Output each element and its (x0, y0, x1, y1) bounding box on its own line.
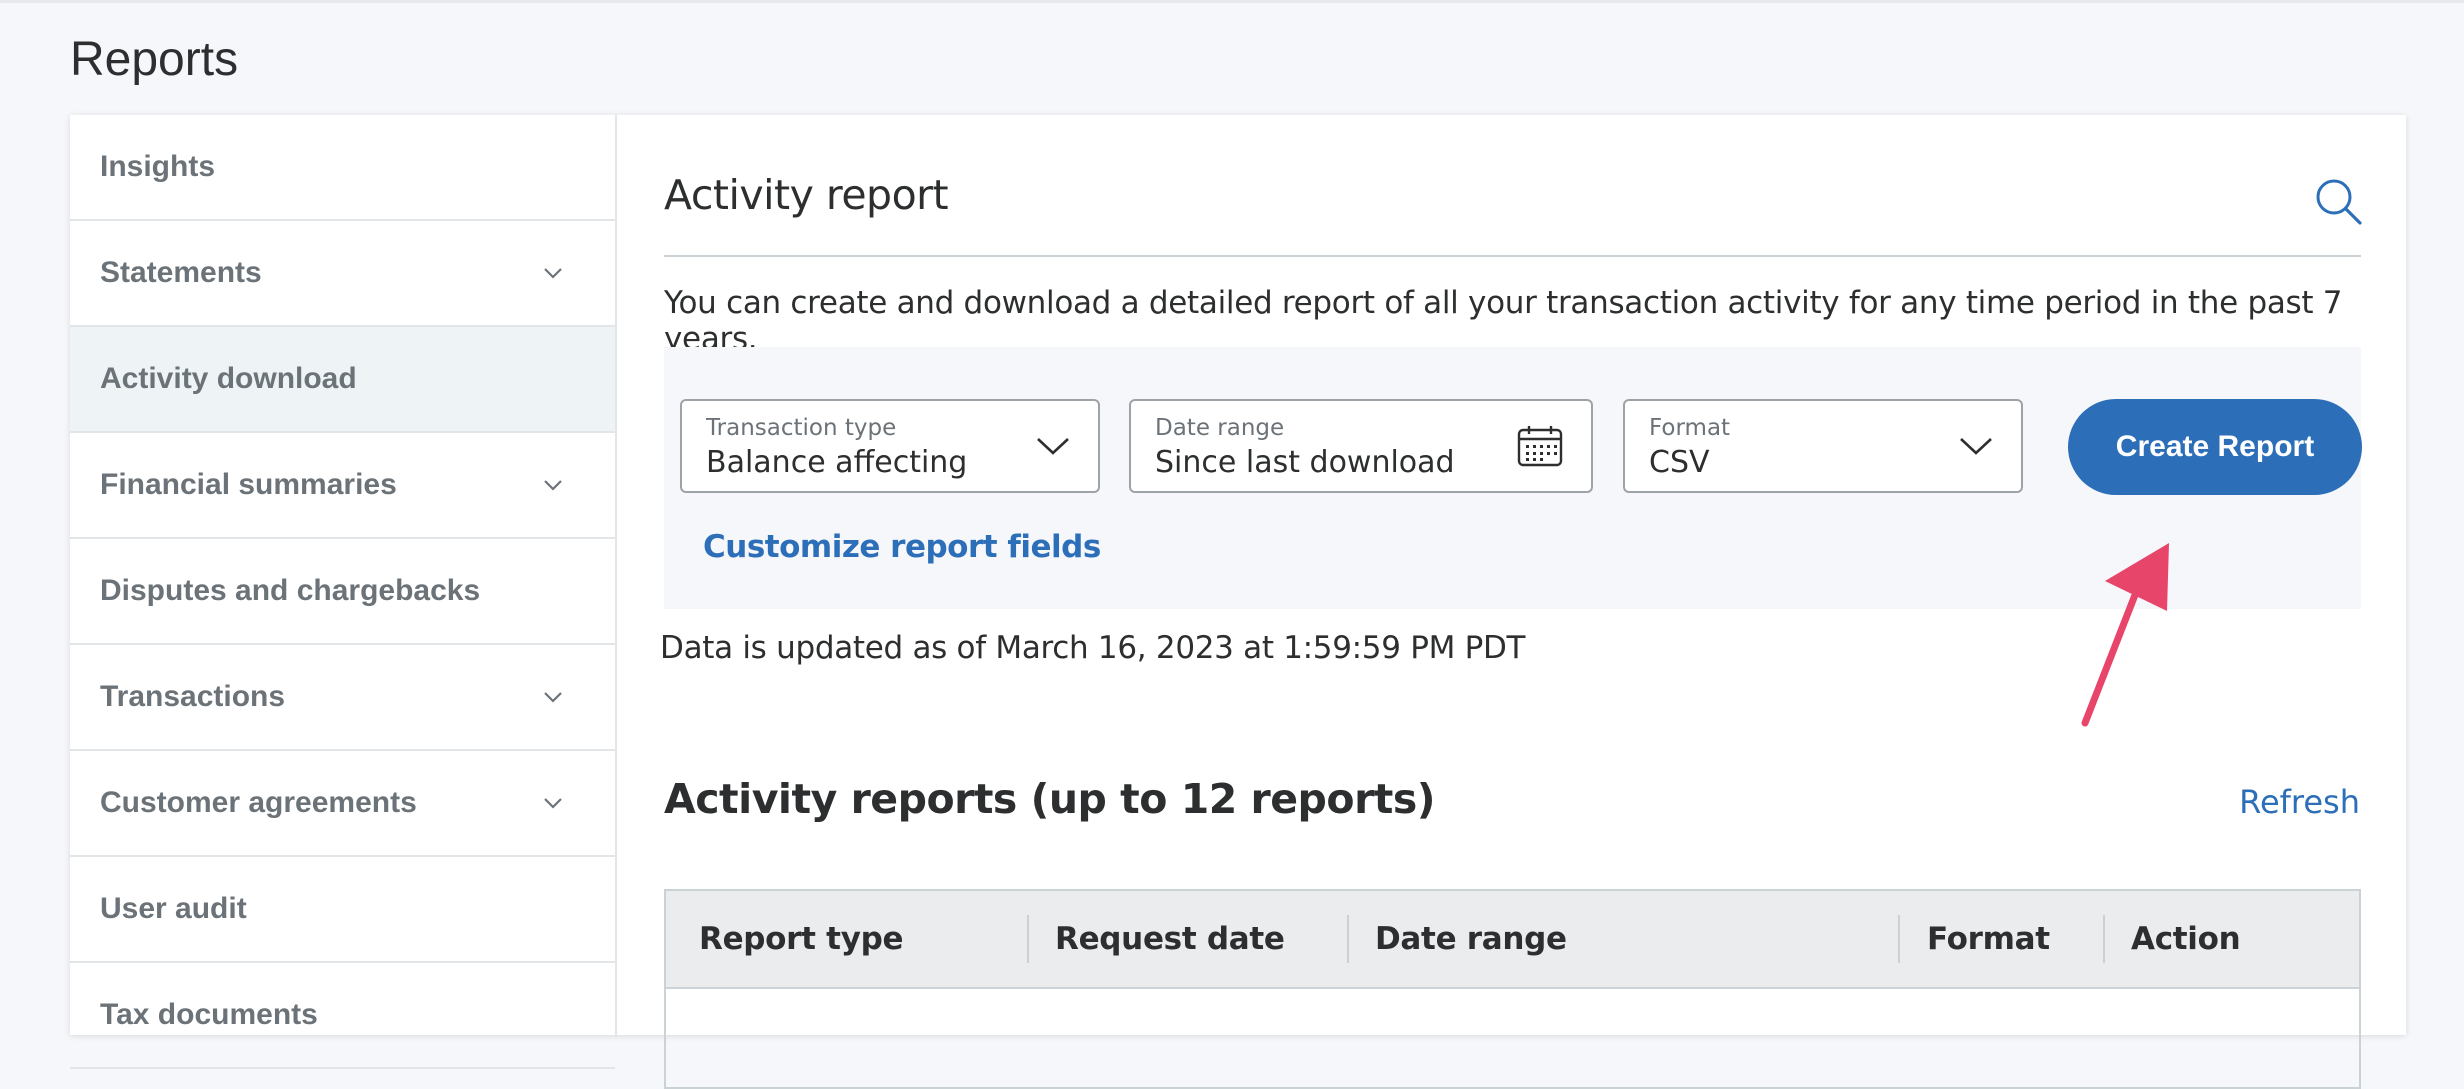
search-icon[interactable] (2312, 175, 2366, 229)
divider (664, 255, 2361, 257)
sidebar-item-label: Disputes and chargebacks (100, 574, 481, 607)
sidebar-item-customer-agreements[interactable]: Customer agreements (70, 751, 615, 857)
column-divider (2103, 915, 2105, 963)
sidebar-item-user-audit[interactable]: User audit (70, 857, 615, 963)
transaction-type-select[interactable]: Transaction type Balance affecting (680, 399, 1100, 493)
column-header-action: Action (2131, 921, 2241, 957)
sidebar-item-label: User audit (100, 892, 247, 925)
sidebar-item-tax-documents[interactable]: Tax documents (70, 963, 615, 1069)
sidebar-item-transactions[interactable]: Transactions (70, 645, 615, 751)
activity-reports-title: Activity reports (up to 12 reports) (664, 775, 1436, 823)
table-header: Report type Request date Date range Form… (666, 891, 2359, 989)
sidebar-item-label: Customer agreements (100, 786, 417, 819)
chevron-down-icon (544, 692, 562, 703)
date-range-picker[interactable]: Date range Since last download (1129, 399, 1593, 493)
sidebar-item-label: Tax documents (100, 998, 318, 1031)
transaction-type-value: Balance affecting (706, 445, 968, 480)
column-divider (1027, 915, 1029, 963)
reports-card: Insights Statements Activity download Fi… (70, 115, 2406, 1089)
sidebar-item-label: Insights (100, 150, 216, 183)
activity-report-title: Activity report (664, 171, 949, 219)
sidebar-item-statements[interactable]: Statements (70, 221, 615, 327)
column-header-request-date: Request date (1055, 921, 1285, 957)
column-header-format: Format (1927, 921, 2050, 957)
column-header-report-type: Report type (699, 921, 904, 957)
chevron-down-icon (544, 480, 562, 491)
format-label: Format (1649, 415, 1731, 441)
chevron-down-icon (1037, 438, 1069, 455)
chevron-down-icon (544, 268, 562, 279)
sidebar-item-label: Statements (100, 256, 262, 289)
column-divider (1347, 915, 1349, 963)
customize-report-fields-link[interactable]: Customize report fields (703, 529, 1101, 565)
format-value: CSV (1649, 445, 1710, 480)
page-title: Reports (70, 33, 239, 86)
chevron-down-icon (544, 798, 562, 809)
data-updated-text: Data is updated as of March 16, 2023 at … (660, 630, 1526, 666)
date-range-value: Since last download (1155, 445, 1455, 480)
annotation-arrow-icon (2081, 543, 2169, 727)
sidebar-item-label: Activity download (100, 362, 357, 395)
top-border (0, 0, 2464, 3)
sidebar-item-label: Financial summaries (100, 468, 397, 501)
column-divider (1898, 915, 1900, 963)
transaction-type-label: Transaction type (706, 415, 897, 441)
sidebar-item-label: Transactions (100, 680, 286, 713)
sidebar-item-financial-summaries[interactable]: Financial summaries (70, 433, 615, 539)
reports-table: Report type Request date Date range Form… (664, 889, 2361, 1089)
chevron-down-icon (1960, 438, 1992, 455)
calendar-icon[interactable] (1517, 425, 1563, 467)
date-range-label: Date range (1155, 415, 1285, 441)
column-header-date-range: Date range (1375, 921, 1567, 957)
sidebar-nav: Insights Statements Activity download Fi… (70, 115, 617, 1069)
sidebar-item-activity-download[interactable]: Activity download (70, 327, 615, 433)
sidebar-item-insights[interactable]: Insights (70, 115, 615, 221)
format-select[interactable]: Format CSV (1623, 399, 2023, 493)
refresh-link[interactable]: Refresh (2239, 783, 2360, 821)
sidebar-item-disputes[interactable]: Disputes and chargebacks (70, 539, 615, 645)
create-report-button[interactable]: Create Report (2068, 399, 2362, 495)
